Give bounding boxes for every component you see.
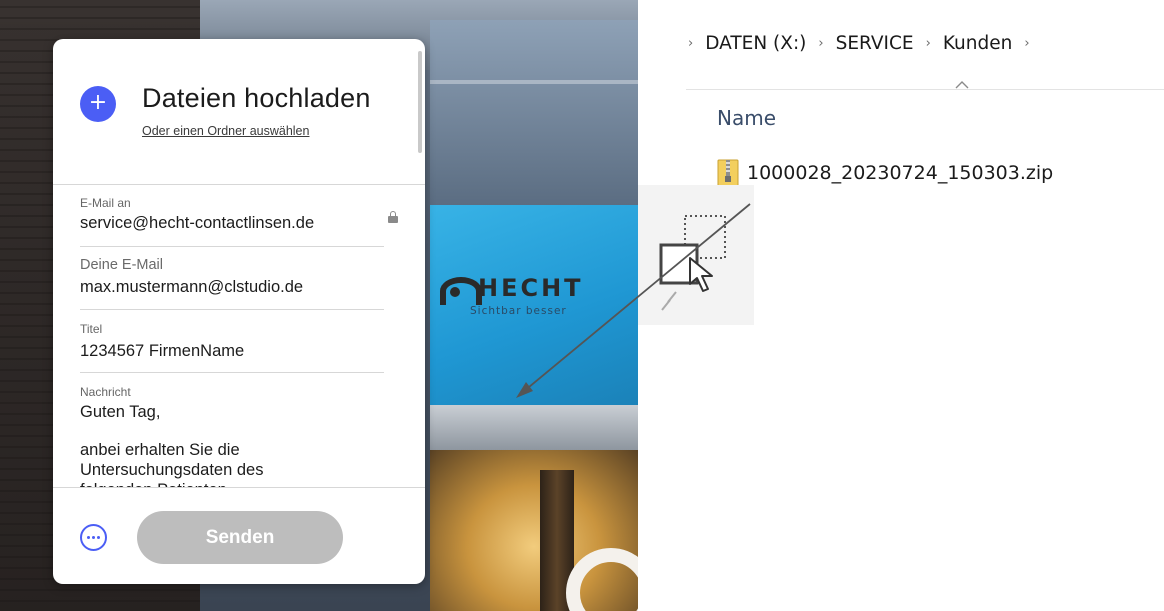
file-name[interactable]: 1000028_20230724_150303.zip <box>747 162 1053 184</box>
facade-line <box>430 80 638 84</box>
breadcrumb: › DATEN (X:) › SERVICE › Kunden › <box>680 28 1040 58</box>
lock-icon <box>388 211 398 223</box>
message-greeting[interactable]: Guten Tag, <box>80 403 160 422</box>
message-body[interactable]: anbei erhalten Sie die Untersuchungsdate… <box>80 440 320 487</box>
file-row[interactable]: 1000028_20230724_150303.zip <box>717 155 1053 191</box>
brand-name: HECHT <box>478 274 584 302</box>
screen: HECHT Sichtbar besser + Dateien hochlade… <box>0 0 1164 611</box>
message-field[interactable]: Nachricht Guten Tag, anbei erhalten Sie … <box>80 373 384 487</box>
sender-email-field[interactable]: Deine E-Mail max.mustermann@clstudio.de <box>80 247 384 310</box>
breadcrumb-item-kunden[interactable]: Kunden <box>941 33 1015 54</box>
breadcrumb-item-service[interactable]: SERVICE <box>834 33 916 54</box>
hecht-logo: HECHT <box>440 274 584 305</box>
select-folder-link[interactable]: Oder einen Ordner auswählen <box>142 124 309 138</box>
column-header-name[interactable]: Name <box>717 106 776 130</box>
upload-panel: + Dateien hochladen Oder einen Ordner au… <box>53 39 425 584</box>
message-label: Nachricht <box>80 385 131 399</box>
drag-cursor-backdrop <box>638 185 754 325</box>
column-header-divider <box>686 89 1164 90</box>
sender-email-input[interactable]: max.mustermann@clstudio.de <box>80 278 303 297</box>
zip-folder-icon <box>717 159 739 187</box>
send-button[interactable]: Senden <box>137 511 343 564</box>
title-input[interactable]: 1234567 FirmenName <box>80 342 244 361</box>
divider <box>53 487 425 488</box>
upload-title: Dateien hochladen <box>142 83 371 113</box>
plus-icon: + <box>88 90 108 115</box>
sender-email-label: Deine E-Mail <box>80 257 163 273</box>
chevron-right-icon: › <box>688 35 694 51</box>
chevron-right-icon: › <box>818 35 824 51</box>
building-upper-facade <box>430 20 638 205</box>
brand-tagline: Sichtbar besser <box>470 305 567 317</box>
recipient-email-label: E-Mail an <box>80 196 131 210</box>
breadcrumb-item-daten[interactable]: DATEN (X:) <box>703 33 808 54</box>
recipient-email-value: service@hecht-contactlinsen.de <box>80 214 315 232</box>
recipient-email-field: E-Mail an service@hecht-contactlinsen.de <box>80 185 384 247</box>
add-files-button[interactable]: + <box>80 86 116 122</box>
hecht-logo-icon <box>440 277 482 305</box>
upload-header: + Dateien hochladen Oder einen Ordner au… <box>53 39 425 184</box>
chevron-right-icon: › <box>1024 35 1030 51</box>
title-field[interactable]: Titel 1234567 FirmenName <box>80 310 384 373</box>
chevron-right-icon: › <box>925 35 931 51</box>
title-label: Titel <box>80 322 103 336</box>
panel-scrollbar[interactable] <box>418 51 422 153</box>
entrance-canopy <box>430 405 638 450</box>
more-options-button[interactable] <box>80 524 107 551</box>
